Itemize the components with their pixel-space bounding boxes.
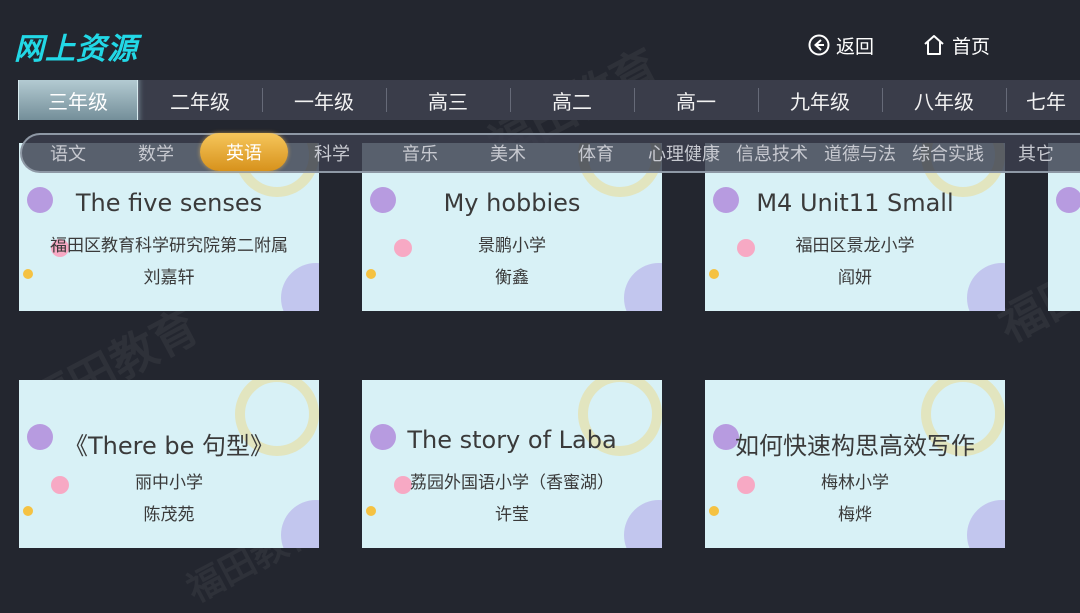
back-label: 返回 xyxy=(836,35,875,58)
card-title: My hobbies xyxy=(443,189,581,217)
tab-subject-other[interactable]: 其它 xyxy=(992,135,1080,171)
tab-grade-7[interactable]: 七年 xyxy=(1006,80,1080,120)
tab-subject-math[interactable]: 数学 xyxy=(112,135,200,171)
tab-senior-3[interactable]: 高三 xyxy=(386,80,510,120)
back-arrow-icon xyxy=(808,34,830,56)
resource-card[interactable]: The story of Laba 荔园外国语小学（香蜜湖） 许莹 xyxy=(362,380,662,548)
page-title: 网上资源 xyxy=(14,32,138,67)
card-school: 福田区教育科学研究院第二附属 xyxy=(50,236,288,256)
tab-grade-2[interactable]: 二年级 xyxy=(138,80,262,120)
home-label: 首页 xyxy=(952,35,991,58)
tab-senior-2[interactable]: 高二 xyxy=(510,80,634,120)
card-school: 景鹏小学 xyxy=(478,236,546,256)
card-school: 福田区景龙小学 xyxy=(795,236,915,256)
card-teacher: 刘嘉轩 xyxy=(143,268,195,288)
tab-senior-1[interactable]: 高一 xyxy=(634,80,758,120)
card-school: 梅林小学 xyxy=(821,473,889,493)
card-teacher: 衡鑫 xyxy=(495,268,529,288)
header: 网上资源 返回 首页 xyxy=(0,0,1080,80)
card-teacher: 许莹 xyxy=(495,505,529,525)
tab-subject-english[interactable]: 英语 xyxy=(200,133,288,171)
resource-card[interactable]: 如何快速构思高效写作 梅林小学 梅烨 xyxy=(705,380,1005,548)
card-school: 荔园外国语小学（香蜜湖） xyxy=(410,473,614,493)
tab-subject-ethics[interactable]: 道德与法 xyxy=(816,135,904,171)
tab-grade-9[interactable]: 九年级 xyxy=(758,80,882,120)
card-title: 如何快速构思高效写作 xyxy=(735,432,975,460)
home-button[interactable]: 首页 xyxy=(922,30,990,60)
tab-grade-3[interactable]: 三年级 xyxy=(18,80,138,120)
subject-tab-bar: 语文 数学 英语 科学 音乐 美术 体育 心理健康 信息技术 道德与法 综合实践… xyxy=(20,133,1080,173)
tab-subject-practice[interactable]: 综合实践 xyxy=(904,135,992,171)
card-teacher: 陈茂苑 xyxy=(143,505,195,525)
back-button[interactable]: 返回 xyxy=(808,30,874,60)
tab-subject-psychology[interactable]: 心理健康 xyxy=(640,135,728,171)
grade-tab-bar: 三年级 二年级 一年级 高三 高二 高一 九年级 八年级 七年 xyxy=(18,80,1080,120)
tab-subject-pe[interactable]: 体育 xyxy=(552,135,640,171)
card-title: The five senses xyxy=(75,189,263,217)
resource-card[interactable]: 《There be 句型》 丽中小学 陈茂苑 xyxy=(19,380,319,548)
tab-subject-music[interactable]: 音乐 xyxy=(376,135,464,171)
card-title: 《There be 句型》 xyxy=(64,432,274,460)
tab-subject-art[interactable]: 美术 xyxy=(464,135,552,171)
tab-subject-chinese[interactable]: 语文 xyxy=(24,135,112,171)
card-title: M4 Unit11 Small xyxy=(756,189,954,217)
card-teacher: 阎妍 xyxy=(838,268,872,288)
tab-subject-science[interactable]: 科学 xyxy=(288,135,376,171)
card-title: The story of Laba xyxy=(407,426,617,454)
tab-grade-8[interactable]: 八年级 xyxy=(882,80,1006,120)
home-icon xyxy=(924,35,944,55)
decoration-circle xyxy=(1056,187,1080,213)
tab-grade-1[interactable]: 一年级 xyxy=(262,80,386,120)
card-teacher: 梅烨 xyxy=(838,505,872,525)
card-school: 丽中小学 xyxy=(135,473,203,493)
tab-subject-it[interactable]: 信息技术 xyxy=(728,135,816,171)
